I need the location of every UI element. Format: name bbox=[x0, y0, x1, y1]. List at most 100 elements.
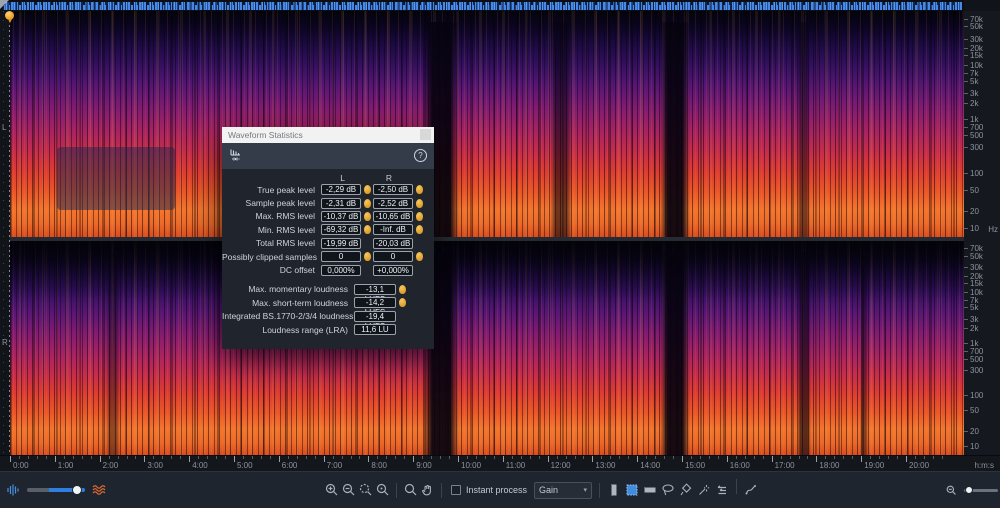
ruler-time-label: 7:00 bbox=[327, 461, 343, 470]
module-select-value: Gain bbox=[539, 485, 558, 495]
ruler-minor-tick bbox=[46, 456, 47, 459]
ruler-time-label: 15:00 bbox=[685, 461, 705, 470]
zoom-out-small-icon[interactable] bbox=[943, 479, 960, 501]
ruler-minor-tick bbox=[521, 456, 522, 459]
ruler-time-label: 11:00 bbox=[506, 461, 525, 470]
ruler-minor-tick bbox=[610, 456, 611, 459]
dialog-title: Waveform Statistics bbox=[222, 130, 303, 140]
horizontal-zoom-slider-knob[interactable] bbox=[965, 486, 973, 494]
ruler-minor-tick bbox=[162, 456, 163, 459]
ruler-time-label: 9:00 bbox=[416, 461, 432, 470]
loudness-row: Max. momentary loudness-13,1 LUFS bbox=[222, 283, 434, 296]
zoom-selection-icon[interactable] bbox=[357, 479, 374, 501]
freq-tick bbox=[964, 127, 968, 128]
waveform-overview-strip[interactable] bbox=[0, 0, 964, 11]
ruler-minor-tick bbox=[91, 456, 92, 459]
ruler-minor-tick bbox=[915, 456, 916, 459]
spectrogram-view-icon[interactable] bbox=[91, 479, 108, 501]
ruler-minor-tick bbox=[825, 456, 826, 459]
ruler-minor-tick bbox=[539, 456, 540, 459]
zoom-reset-icon[interactable] bbox=[374, 479, 391, 501]
freq-label: 100 bbox=[970, 391, 983, 400]
stats-row-label: Sample peak level bbox=[222, 198, 319, 208]
quiet-gap bbox=[660, 22, 690, 237]
instant-process-checkbox[interactable] bbox=[451, 485, 461, 495]
ruler-minor-tick bbox=[306, 456, 307, 459]
lasso-selection-tool[interactable] bbox=[659, 479, 677, 501]
ruler-minor-tick bbox=[790, 456, 791, 459]
view-blend-slider-knob[interactable] bbox=[72, 485, 82, 495]
ruler-time-label: 2:00 bbox=[103, 461, 119, 470]
ruler-minor-tick bbox=[431, 456, 432, 459]
magnifier-tool-icon[interactable] bbox=[402, 479, 419, 501]
ruler-major-tick bbox=[324, 456, 325, 462]
toolbar-separator bbox=[441, 483, 442, 498]
time-selection-tool[interactable] bbox=[605, 479, 623, 501]
ruler-minor-tick bbox=[109, 456, 110, 459]
stats-row-label: DC offset bbox=[222, 265, 319, 275]
frequency-selection-tool[interactable] bbox=[641, 479, 659, 501]
dialog-titlebar[interactable]: Waveform Statistics bbox=[222, 127, 434, 143]
freq-tick bbox=[964, 370, 968, 371]
ruler-minor-tick bbox=[73, 456, 74, 459]
stats-row: True peak level-2,29 dB-2,50 dB bbox=[222, 183, 434, 196]
quiet-gap bbox=[860, 252, 868, 455]
ruler-minor-tick bbox=[870, 456, 871, 459]
loudness-row: Max. short-term loudness-14,2 LUFS bbox=[222, 296, 434, 309]
ruler-minor-tick bbox=[566, 456, 567, 459]
ruler-minor-tick bbox=[171, 456, 172, 459]
ruler-minor-tick bbox=[485, 456, 486, 459]
hand-tool-icon[interactable] bbox=[419, 479, 436, 501]
module-select-dropdown[interactable]: Gain ▾ bbox=[534, 482, 592, 499]
help-icon[interactable]: ? bbox=[414, 149, 427, 162]
freq-tick bbox=[964, 431, 968, 432]
magic-wand-tool[interactable] bbox=[695, 479, 713, 501]
ruler-minor-tick bbox=[386, 456, 387, 459]
marker-pin-icon[interactable] bbox=[5, 11, 14, 20]
freq-tick bbox=[964, 103, 968, 104]
freq-label: 15k bbox=[970, 51, 983, 60]
ruler-time-label: 5:00 bbox=[237, 461, 253, 470]
freq-label: 5k bbox=[970, 303, 978, 312]
dialog-body: L R True peak level-2,29 dB-2,50 dBSampl… bbox=[222, 169, 434, 349]
ruler-minor-tick bbox=[512, 456, 513, 459]
ruler-time-label: 3:00 bbox=[147, 461, 163, 470]
warning-lamp-icon bbox=[399, 298, 406, 307]
zoom-in-icon[interactable] bbox=[323, 479, 340, 501]
horizontal-zoom-group bbox=[943, 472, 998, 508]
brush-selection-tool[interactable] bbox=[677, 479, 695, 501]
stats-row-label: Possibly clipped samples bbox=[222, 252, 319, 262]
warning-lamp-icon bbox=[416, 185, 423, 194]
ruler-minor-tick bbox=[261, 456, 262, 459]
waveform-view-icon[interactable] bbox=[4, 479, 21, 501]
freq-tick bbox=[964, 228, 968, 229]
ruler-time-label: 4:00 bbox=[192, 461, 208, 470]
ruler-time-label: 18:00 bbox=[819, 461, 839, 470]
free-selection-tool[interactable] bbox=[742, 479, 760, 501]
ruler-major-tick bbox=[144, 456, 145, 462]
horizontal-zoom-slider[interactable] bbox=[964, 489, 998, 492]
ruler-minor-tick bbox=[395, 456, 396, 459]
ruler-minor-tick bbox=[924, 456, 925, 459]
freq-tick bbox=[964, 256, 968, 257]
wand-adjust-tool[interactable] bbox=[713, 479, 731, 501]
zoom-out-icon[interactable] bbox=[340, 479, 357, 501]
close-icon[interactable] bbox=[420, 129, 431, 140]
spectrogram-right-channel[interactable] bbox=[10, 241, 964, 455]
stats-row-label: True peak level bbox=[222, 185, 319, 195]
spectrogram-left-channel[interactable] bbox=[10, 11, 964, 237]
quiet-gap bbox=[550, 22, 572, 237]
playhead-line[interactable] bbox=[9, 20, 10, 455]
ruler-minor-tick bbox=[834, 456, 835, 459]
ruler-minor-tick bbox=[718, 456, 719, 459]
ruler-minor-tick bbox=[628, 456, 629, 459]
ruler-minor-tick bbox=[673, 456, 674, 459]
chevron-down-icon: ▾ bbox=[584, 486, 588, 494]
time-frequency-selection-tool[interactable] bbox=[623, 479, 641, 501]
time-ruler[interactable]: h:m:s 0:001:002:003:004:005:006:007:008:… bbox=[0, 455, 1000, 471]
view-blend-slider[interactable] bbox=[27, 488, 85, 492]
ruler-time-label: 13:00 bbox=[595, 461, 615, 470]
loudness-row-label: Loudness range (LRA) bbox=[222, 325, 352, 335]
ruler-minor-tick bbox=[315, 456, 316, 459]
warning-lamp-icon bbox=[416, 199, 423, 208]
